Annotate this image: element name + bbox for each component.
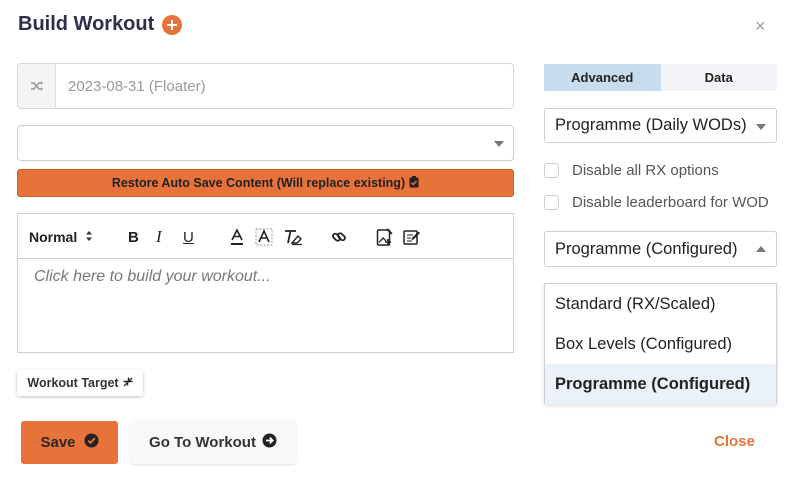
editor-placeholder: Click here to build your workout...: [34, 268, 271, 285]
dropdown-option[interactable]: Standard (RX/Scaled): [545, 284, 776, 324]
workout-target-label: Workout Target: [27, 376, 119, 390]
updown-arrow-icon: [85, 229, 93, 245]
disable-leaderboard-option[interactable]: Disable leaderboard for WOD: [544, 194, 769, 211]
scaling-select-value: Programme (Configured): [555, 239, 738, 258]
check-circle-icon: [84, 433, 99, 452]
workout-editor[interactable]: Normal B I U Click here to build your wo…: [17, 213, 514, 353]
disable-rx-label: Disable all RX options: [572, 162, 719, 179]
chevron-down-icon: [494, 141, 504, 147]
disable-leaderboard-checkbox[interactable]: [544, 195, 559, 210]
workout-target-button[interactable]: Workout Target: [17, 370, 143, 396]
shuffle-icon[interactable]: [18, 64, 56, 108]
save-label: Save: [40, 434, 76, 451]
close-icon[interactable]: ×: [755, 16, 766, 36]
date-field-value: 2023-08-31 (Floater): [68, 77, 206, 95]
date-field[interactable]: 2023-08-31 (Floater): [17, 63, 514, 109]
chevron-down-icon: [756, 124, 766, 130]
compress-icon: [123, 376, 133, 390]
clear-format-icon[interactable]: [283, 226, 303, 248]
text-color-icon[interactable]: [229, 226, 245, 248]
scaling-dropdown-menu: Standard (RX/Scaled) Box Levels (Configu…: [544, 283, 777, 404]
scaling-select[interactable]: Programme (Configured): [544, 231, 777, 267]
go-to-workout-button[interactable]: Go To Workout: [130, 421, 296, 464]
restore-autosave-label: Restore Auto Save Content (Will replace …: [111, 176, 406, 190]
arrow-right-circle-icon: [262, 433, 277, 452]
add-circle-icon[interactable]: [162, 14, 183, 35]
programme-select[interactable]: Programme (Daily WODs): [544, 108, 777, 143]
close-link[interactable]: Close: [714, 433, 755, 450]
link-icon[interactable]: [331, 226, 347, 248]
programme-select-value: Programme (Daily WODs): [555, 116, 747, 134]
dialog-title: Build Workout: [18, 13, 183, 36]
dialog-title-text: Build Workout: [18, 13, 155, 35]
restore-autosave-button[interactable]: Restore Auto Save Content (Will replace …: [17, 169, 514, 197]
format-select-label: Normal: [29, 229, 78, 245]
insert-template-icon[interactable]: [376, 226, 394, 248]
highlight-icon[interactable]: [255, 226, 273, 248]
disable-rx-option[interactable]: Disable all RX options: [544, 162, 719, 179]
save-button[interactable]: Save: [21, 421, 118, 464]
clipboard-check-icon: [409, 175, 419, 191]
tab-data[interactable]: Data: [661, 64, 778, 91]
bold-icon[interactable]: B: [128, 226, 139, 248]
editor-toolbar: Normal B I U: [18, 214, 513, 259]
underline-icon[interactable]: U: [183, 226, 194, 248]
chevron-up-icon: [756, 246, 766, 252]
tab-advanced[interactable]: Advanced: [544, 64, 661, 91]
edit-note-icon[interactable]: [403, 226, 421, 248]
disable-leaderboard-label: Disable leaderboard for WOD: [572, 194, 769, 211]
settings-tabs: Advanced Data: [544, 64, 777, 91]
dropdown-option-selected[interactable]: Programme (Configured): [545, 364, 776, 404]
dropdown-option[interactable]: Box Levels (Configured): [545, 324, 776, 364]
disable-rx-checkbox[interactable]: [544, 163, 559, 178]
workout-select[interactable]: [17, 125, 514, 161]
go-to-workout-label: Go To Workout: [149, 434, 256, 451]
italic-icon[interactable]: I: [156, 226, 162, 248]
format-select[interactable]: Normal: [29, 226, 93, 248]
